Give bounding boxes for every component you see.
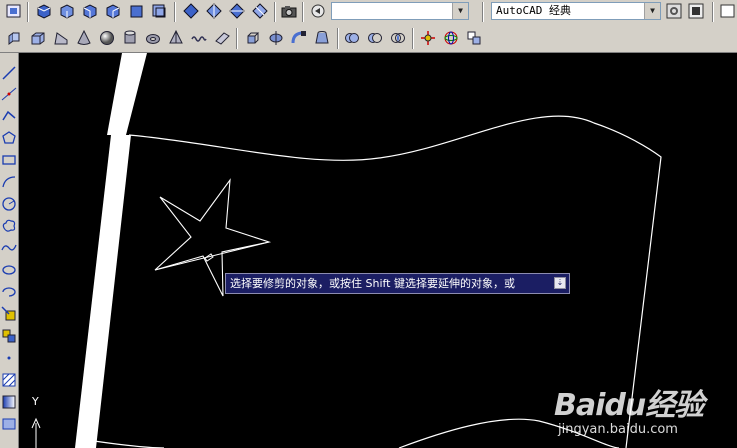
polygon-icon[interactable] bbox=[1, 130, 17, 146]
subtract-icon[interactable] bbox=[366, 29, 383, 46]
ellipse-icon[interactable] bbox=[1, 262, 17, 278]
window-icon[interactable] bbox=[720, 3, 736, 19]
chevron-down-icon[interactable]: ▼ bbox=[644, 3, 660, 19]
circle-icon[interactable] bbox=[1, 196, 17, 212]
left-view-icon[interactable] bbox=[82, 3, 98, 19]
sphere-icon[interactable] bbox=[98, 29, 115, 46]
draw-toolbar bbox=[0, 53, 19, 448]
make-block-icon[interactable] bbox=[1, 328, 17, 344]
cursor-marker bbox=[204, 253, 214, 262]
separator bbox=[27, 2, 29, 22]
intersect-icon[interactable] bbox=[389, 29, 406, 46]
modeling-toolbar bbox=[0, 24, 737, 53]
revolve-icon[interactable] bbox=[267, 29, 284, 46]
ucs-icon bbox=[31, 417, 41, 448]
point-icon[interactable] bbox=[1, 350, 17, 366]
planar-surface-icon[interactable] bbox=[213, 29, 230, 46]
sw-iso-icon[interactable] bbox=[183, 3, 199, 19]
separator bbox=[302, 2, 304, 22]
arc-icon[interactable] bbox=[1, 174, 17, 190]
construction-line-icon[interactable] bbox=[1, 86, 17, 102]
front-view-icon[interactable] bbox=[128, 3, 144, 19]
ne-iso-icon[interactable] bbox=[229, 3, 245, 19]
layers-icon[interactable] bbox=[688, 3, 704, 19]
workspace-dropdown[interactable]: AutoCAD 经典 ▼ bbox=[491, 2, 661, 20]
watermark-url: jingyan.baidu.com bbox=[558, 422, 678, 437]
separator bbox=[174, 2, 176, 22]
separator bbox=[712, 2, 714, 22]
region-icon[interactable] bbox=[1, 416, 17, 432]
cylinder-icon[interactable] bbox=[121, 29, 138, 46]
box-icon[interactable] bbox=[29, 29, 46, 46]
expand-icon[interactable]: ⇣ bbox=[554, 277, 566, 289]
insert-block-icon[interactable] bbox=[1, 306, 17, 322]
loft-icon[interactable] bbox=[313, 29, 330, 46]
cone-icon[interactable] bbox=[75, 29, 92, 46]
flag-bottom-edge bbox=[93, 440, 165, 448]
rectangle-icon[interactable] bbox=[1, 152, 17, 168]
camera-icon[interactable] bbox=[281, 3, 297, 19]
tooltip-text: 选择要修剪的对象，或按住 Shift 键选择要延伸的对象，或 bbox=[230, 277, 515, 290]
extrude-icon[interactable] bbox=[244, 29, 261, 46]
ellipse-arc-icon[interactable] bbox=[1, 284, 17, 300]
polyline-icon[interactable] bbox=[1, 108, 17, 124]
union-icon[interactable] bbox=[343, 29, 360, 46]
baidu-watermark: Baidu经验 jingyan.baidu.com bbox=[554, 380, 729, 440]
watermark-brand: Baidu经验 bbox=[554, 388, 704, 423]
3d-rotate-icon[interactable] bbox=[442, 29, 459, 46]
separator bbox=[412, 28, 414, 49]
bottom-view-icon[interactable] bbox=[59, 3, 75, 19]
gradient-icon[interactable] bbox=[1, 394, 17, 410]
top-view-icon[interactable] bbox=[36, 3, 52, 19]
orbit-icon[interactable] bbox=[310, 3, 326, 19]
helix-icon[interactable] bbox=[190, 29, 207, 46]
se-iso-icon[interactable] bbox=[206, 3, 222, 19]
revision-cloud-icon[interactable] bbox=[1, 218, 17, 234]
right-view-icon[interactable] bbox=[105, 3, 121, 19]
workspace-dropdown-value: AutoCAD 经典 bbox=[496, 4, 571, 17]
nw-iso-icon[interactable] bbox=[252, 3, 268, 19]
separator bbox=[274, 2, 276, 22]
torus-icon[interactable] bbox=[144, 29, 161, 46]
polysolid-icon[interactable] bbox=[6, 29, 23, 46]
sweep-icon[interactable] bbox=[290, 29, 307, 46]
chevron-down-icon[interactable]: ▼ bbox=[452, 3, 468, 19]
command-tooltip: 选择要修剪的对象，或按住 Shift 键选择要延伸的对象，或 ⇣ bbox=[225, 273, 570, 294]
view-toolbar: ▼ AutoCAD 经典 ▼ bbox=[0, 0, 737, 25]
separator bbox=[482, 2, 484, 22]
flag-pole-lower bbox=[75, 135, 131, 448]
pyramid-icon[interactable] bbox=[167, 29, 184, 46]
back-view-icon[interactable] bbox=[151, 3, 167, 19]
separator bbox=[236, 28, 238, 49]
3d-move-icon[interactable] bbox=[419, 29, 436, 46]
3d-align-icon[interactable] bbox=[465, 29, 482, 46]
spline-icon[interactable] bbox=[1, 240, 17, 256]
ucs-y-label: Y bbox=[31, 395, 39, 408]
separator bbox=[337, 28, 339, 49]
flag-pole bbox=[107, 53, 147, 135]
hatch-icon[interactable] bbox=[1, 372, 17, 388]
render-settings-icon[interactable] bbox=[666, 3, 682, 19]
view-icon[interactable] bbox=[6, 3, 22, 19]
line-icon[interactable] bbox=[1, 65, 17, 81]
wedge-icon[interactable] bbox=[52, 29, 69, 46]
drawing-canvas[interactable]: Y 选择要修剪的对象，或按住 Shift 键选择要延伸的对象，或 ⇣ Baidu… bbox=[19, 53, 737, 448]
view-dropdown[interactable]: ▼ bbox=[331, 2, 469, 20]
